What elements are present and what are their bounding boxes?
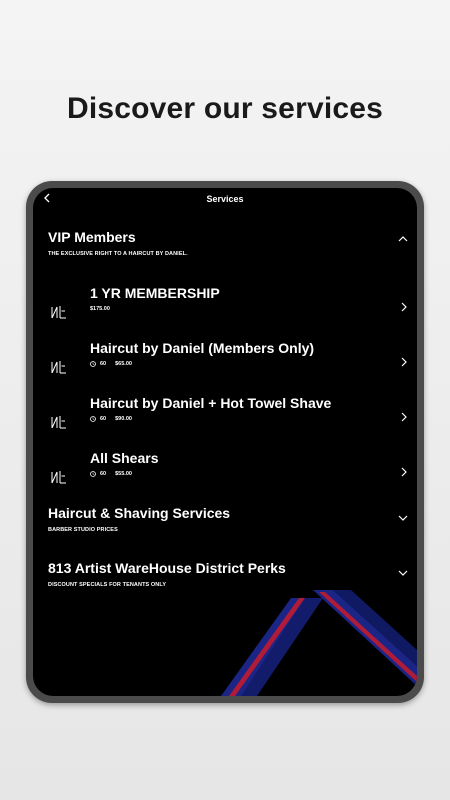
clock-icon (90, 471, 96, 477)
chevron-up-icon[interactable] (397, 233, 409, 245)
app-screen: Services VIP Members THE EXCLUSIVE RIGHT… (33, 188, 417, 696)
service-item-haircut-members[interactable]: Haircut by Daniel (Members Only) 60 $65.… (33, 340, 417, 390)
brand-logo-icon (51, 471, 66, 484)
section-title: 813 Artist WareHouse District Perks (48, 560, 286, 576)
section-subtitle: DISCOUNT SPECIALS FOR TENANTS ONLY (48, 582, 167, 588)
screen-title: Services (206, 194, 244, 204)
section-vip-members[interactable]: VIP Members THE EXCLUSIVE RIGHT TO A HAI… (48, 229, 417, 257)
clock-icon (90, 416, 96, 422)
section-subtitle: BARBER STUDIO PRICES (48, 527, 118, 533)
service-title: Haircut by Daniel + Hot Towel Shave (90, 395, 332, 411)
section-district-perks[interactable]: 813 Artist WareHouse District Perks DISC… (48, 560, 417, 588)
service-price: $65.00 (115, 361, 132, 367)
service-duration: 60 (100, 361, 107, 367)
service-duration: 60 (100, 416, 107, 422)
service-price: $90.00 (115, 416, 132, 422)
service-meta: $175.00 (90, 306, 110, 312)
chevron-down-icon[interactable] (397, 567, 409, 579)
chevron-right-icon (401, 467, 407, 477)
service-item-haircut-towel-shave[interactable]: Haircut by Daniel + Hot Towel Shave 60 $… (33, 395, 417, 445)
service-title: Haircut by Daniel (Members Only) (90, 340, 315, 356)
service-meta: 60 $55.00 (90, 471, 132, 477)
brand-logo-icon (51, 361, 66, 374)
service-duration: 60 (100, 471, 107, 477)
section-title: Haircut & Shaving Services (48, 505, 231, 521)
tablet-frame: Services VIP Members THE EXCLUSIVE RIGHT… (26, 181, 424, 703)
clock-icon (90, 361, 96, 367)
chevron-right-icon (401, 302, 407, 312)
section-haircut-shaving[interactable]: Haircut & Shaving Services BARBER STUDIO… (48, 505, 417, 533)
page-headline: Discover our services (66, 92, 384, 125)
brand-logo-icon (51, 306, 66, 319)
chevron-down-icon[interactable] (397, 512, 409, 524)
service-title: 1 YR MEMBERSHIP (90, 285, 220, 301)
section-title: VIP Members (48, 229, 136, 245)
section-subtitle: THE EXCLUSIVE RIGHT TO A HAIRCUT BY DANI… (48, 251, 188, 257)
service-price: $175.00 (90, 306, 110, 312)
service-price: $55.00 (115, 471, 132, 477)
service-item-all-shears[interactable]: All Shears 60 $55.00 (33, 450, 417, 500)
top-bar: Services (33, 188, 417, 210)
service-meta: 60 $65.00 (90, 361, 132, 367)
brand-logo-icon (51, 416, 66, 429)
service-meta: 60 $90.00 (90, 416, 132, 422)
chevron-right-icon (401, 357, 407, 367)
chevron-right-icon (401, 412, 407, 422)
service-item-1yr-membership[interactable]: 1 YR MEMBERSHIP $175.00 (33, 285, 417, 335)
service-title: All Shears (90, 450, 159, 466)
